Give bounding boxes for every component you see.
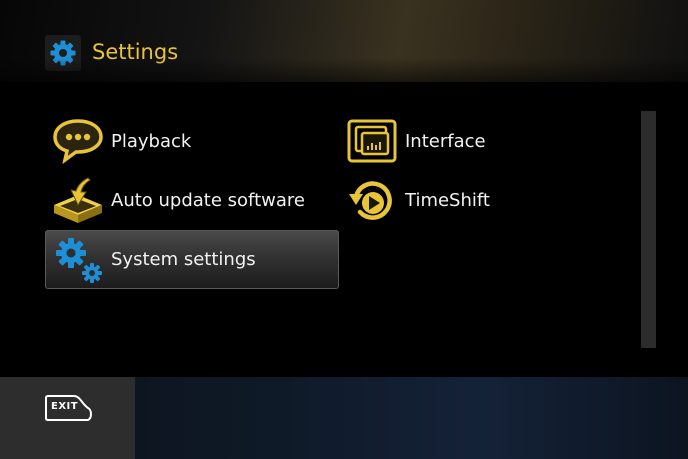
menu-item-label: System settings: [111, 249, 256, 270]
menu-item-auto-update-software[interactable]: Auto update software: [46, 171, 338, 229]
page-title: Settings: [92, 40, 179, 64]
menu-item-label: Auto update software: [111, 189, 305, 211]
gears-icon: [52, 235, 108, 285]
footer: EXIT: [0, 377, 688, 459]
menu-item-interface[interactable]: Interface: [340, 112, 632, 170]
exit-label: EXIT: [51, 401, 79, 412]
menu-item-label: Interface: [405, 130, 486, 152]
timeshift-play-icon: [346, 175, 402, 225]
exit-button[interactable]: EXIT: [44, 394, 94, 424]
download-box-icon: [52, 175, 108, 225]
header: Settings: [0, 0, 688, 82]
scrollbar[interactable]: [641, 111, 656, 348]
footer-exit-panel: EXIT: [0, 377, 135, 459]
menu-item-system-settings[interactable]: System settings: [45, 230, 339, 289]
interface-screen-icon: [346, 116, 402, 166]
speech-bubble-icon: [52, 116, 108, 166]
menu-item-timeshift[interactable]: TimeShift: [340, 171, 632, 229]
menu-item-label: TimeShift: [405, 189, 490, 211]
gear-icon: [45, 35, 81, 71]
menu-item-playback[interactable]: Playback: [46, 112, 338, 170]
menu-item-label: Playback: [111, 130, 192, 152]
